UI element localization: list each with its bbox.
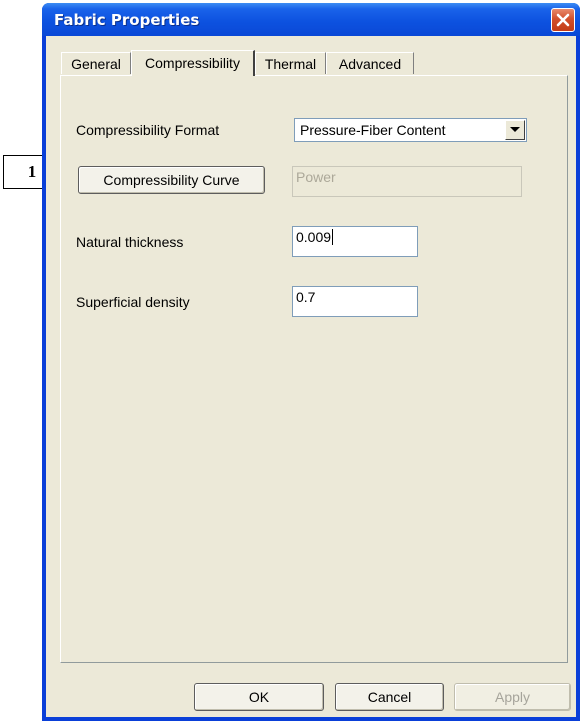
natural-thickness-label: Natural thickness — [76, 234, 184, 250]
tab-compressibility[interactable]: Compressibility — [131, 50, 255, 76]
close-icon — [556, 13, 570, 27]
compressibility-format-value: Pressure-Fiber Content — [300, 122, 446, 138]
tab-thermal[interactable]: Thermal — [255, 52, 326, 74]
compressibility-panel — [60, 75, 568, 663]
chevron-down-icon — [510, 127, 520, 132]
title-bar[interactable]: Fabric Properties — [42, 3, 580, 36]
compressibility-format-label: Compressibility Format — [76, 122, 220, 138]
apply-button: Apply — [454, 683, 571, 711]
fabric-properties-dialog: Fabric Properties General Compressibilit… — [42, 3, 580, 721]
tab-general[interactable]: General — [61, 52, 131, 74]
natural-thickness-input[interactable]: 0.009 — [292, 226, 418, 257]
dropdown-button[interactable] — [505, 120, 525, 140]
superficial-density-label: Superficial density — [76, 294, 190, 310]
tab-advanced[interactable]: Advanced — [326, 52, 414, 74]
compressibility-format-select[interactable]: Pressure-Fiber Content — [294, 118, 527, 142]
curve-type-field: Power — [292, 166, 522, 197]
superficial-density-input[interactable]: 0.7 — [292, 286, 418, 317]
ok-button[interactable]: OK — [194, 683, 324, 711]
close-button[interactable] — [551, 8, 575, 32]
compressibility-curve-button[interactable]: Compressibility Curve — [78, 166, 265, 194]
dialog-body: General Compressibility Thermal Advanced… — [46, 36, 576, 717]
window-title: Fabric Properties — [54, 11, 200, 29]
cancel-button[interactable]: Cancel — [335, 683, 444, 711]
